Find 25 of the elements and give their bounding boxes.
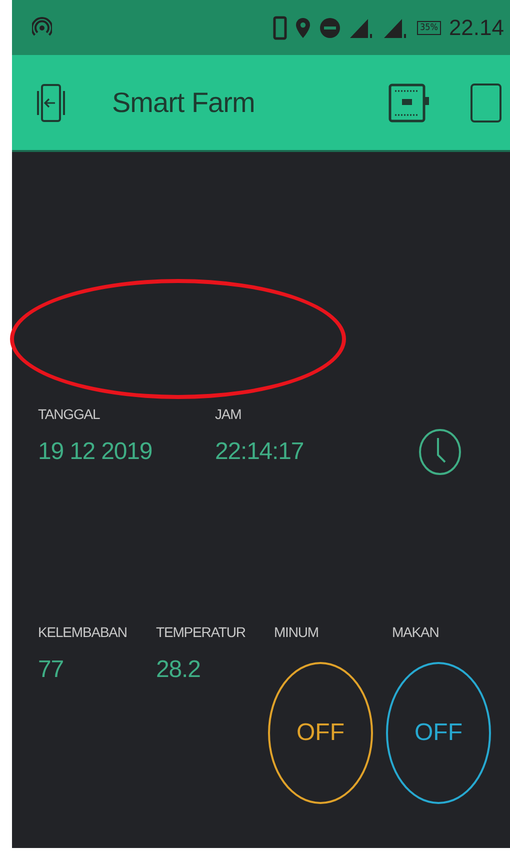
widget-label: TEMPERATUR: [156, 624, 246, 640]
widget-value: 19 12 2019: [38, 438, 152, 466]
signal-icon: [382, 16, 409, 38]
clock-icon: [418, 428, 462, 476]
square-icon[interactable]: [470, 82, 502, 122]
signal-icon: [348, 16, 375, 38]
widget-label: TANGGAL: [38, 406, 100, 422]
widget-label: KELEMBABAN: [38, 624, 127, 640]
clock-time: 22.14: [448, 14, 504, 40]
widget-value: 77: [38, 656, 64, 684]
app-title: Smart Farm: [112, 86, 256, 118]
hotspot-icon: [32, 16, 52, 38]
toggle-button[interactable]: OFF: [386, 662, 491, 804]
circuit-board-icon[interactable]: [388, 82, 430, 122]
widget-label: MAKAN: [392, 624, 439, 640]
widget-value: 22:14:17: [215, 438, 304, 466]
toggle-button[interactable]: OFF: [268, 662, 373, 804]
phone-exit-icon[interactable]: [34, 82, 68, 122]
widget-value: 28.2: [156, 656, 200, 684]
location-pin-icon: [294, 16, 311, 38]
battery-indicator: 35%: [416, 20, 441, 34]
widget-label: JAM: [215, 406, 242, 422]
phone-icon: [272, 16, 287, 40]
widget-label: MINUM: [274, 624, 318, 640]
do-not-disturb-icon: [318, 16, 341, 38]
